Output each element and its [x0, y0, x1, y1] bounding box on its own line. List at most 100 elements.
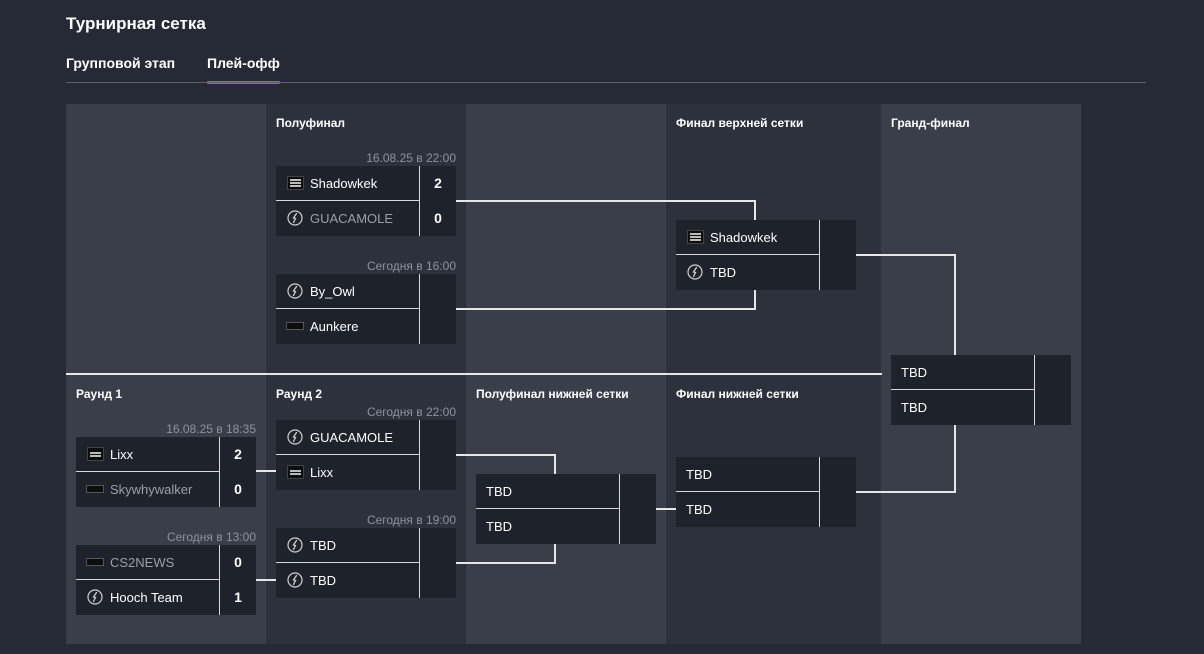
team-name: TBD [901, 399, 927, 415]
team-score: 2 [234, 446, 242, 462]
team-row[interactable]: Hooch Team [76, 580, 218, 614]
team-row[interactable]: GUACAMOLE [276, 201, 418, 235]
round-label-lower-semifinal: Полуфинал нижней сетки [476, 387, 629, 401]
team-row[interactable]: Skywhywalker [76, 472, 218, 506]
team-name: Lixx [310, 464, 334, 480]
shadowkek-logo [686, 228, 704, 246]
match-card-upper-final[interactable]: Shadowkek TBD [676, 220, 856, 290]
placeholder-player-icon [286, 282, 304, 300]
team-score [1035, 355, 1071, 389]
match-time: Сегодня в 13:00 [166, 530, 256, 544]
team-score [420, 563, 456, 597]
bracket-connector [456, 454, 556, 456]
team-name: TBD [310, 537, 336, 553]
match-card-grand-final[interactable]: TBD TBD [891, 355, 1071, 425]
team-name: TBD [486, 483, 512, 499]
match-time: Сегодня в 16:00 [366, 259, 456, 273]
team-name: TBD [686, 501, 712, 517]
bracket-connector [456, 308, 755, 310]
placeholder-player-icon [286, 571, 304, 589]
team-name: By_Owl [310, 283, 355, 299]
lixx-logo [286, 463, 304, 481]
match-card-upper-semifinal-2[interactable]: By_Owl Aunkere [276, 274, 456, 344]
team-row[interactable]: TBD [276, 528, 418, 562]
team-row[interactable]: Lixx [76, 437, 218, 471]
team-score: 0 [234, 554, 242, 570]
bracket-connector [256, 579, 276, 581]
team-score [420, 455, 456, 489]
team-name: TBD [901, 364, 927, 380]
team-name: Skywhywalker [110, 481, 193, 497]
team-row[interactable]: Shadowkek [676, 220, 818, 254]
match-card-lower-semifinal[interactable]: TBD TBD [476, 474, 656, 544]
round-label-upper-semifinal: Полуфинал [276, 116, 346, 130]
team-score [1035, 390, 1071, 424]
match-time: 16.08.25 в 18:35 [166, 422, 256, 436]
match-time: Сегодня в 22:00 [366, 405, 456, 419]
bracket-connector [256, 470, 276, 472]
bracket-connector [656, 508, 676, 510]
bracket-connector [856, 491, 956, 493]
match-card-upper-semifinal-1[interactable]: Shadowkek GUACAMOLE 2 0 [276, 166, 456, 236]
team-row[interactable]: Lixx [276, 455, 418, 489]
match-card-round2-1[interactable]: GUACAMOLE Lixx [276, 420, 456, 490]
bracket-connector [554, 454, 556, 474]
team-row[interactable]: Aunkere [276, 309, 418, 343]
match-card-lower-final[interactable]: TBD TBD [676, 457, 856, 527]
bracket-connector [954, 254, 956, 355]
tab-group-stage[interactable]: Групповой этап [66, 55, 175, 71]
placeholder-player-icon [86, 588, 104, 606]
cs2news-logo [86, 553, 104, 571]
team-score [620, 474, 656, 508]
round-label-grand-final: Гранд-финал [891, 116, 970, 130]
team-score [420, 528, 456, 562]
shadowkek-logo [286, 174, 304, 192]
match-card-round2-2[interactable]: TBD TBD [276, 528, 456, 598]
team-row[interactable]: TBD [891, 355, 1033, 389]
team-score [420, 274, 456, 308]
bracket-connector [456, 562, 556, 564]
match-card-round1-2[interactable]: CS2NEWS Hooch Team 0 1 [76, 545, 256, 615]
team-row[interactable]: TBD [476, 509, 618, 543]
team-score: 0 [434, 210, 442, 226]
placeholder-player-icon [286, 428, 304, 446]
team-name: CS2NEWS [110, 554, 175, 570]
team-name: TBD [486, 518, 512, 534]
team-row[interactable]: TBD [276, 563, 418, 597]
team-name: GUACAMOLE [310, 210, 394, 226]
team-row[interactable]: CS2NEWS [76, 545, 218, 579]
tab-playoff[interactable]: Плей-офф [207, 55, 280, 84]
bracket-connector [554, 544, 556, 564]
team-name: TBD [310, 572, 336, 588]
tab-divider [66, 82, 1146, 83]
team-row[interactable]: TBD [891, 390, 1033, 424]
team-row[interactable]: TBD [676, 492, 818, 526]
match-time: 16.08.25 в 22:00 [366, 151, 456, 165]
team-row[interactable]: TBD [476, 474, 618, 508]
team-name: Shadowkek [310, 175, 378, 191]
aunkere-logo [286, 317, 304, 335]
page-title: Турнирная сетка [66, 14, 206, 33]
team-row[interactable]: TBD [676, 255, 818, 289]
bracket-connector [754, 200, 756, 220]
bracket-connector [954, 425, 956, 493]
round-label-round-2: Раунд 2 [276, 387, 323, 401]
team-name: Lixx [110, 446, 134, 462]
team-row[interactable]: TBD [676, 457, 818, 491]
team-row[interactable]: Shadowkek [276, 166, 418, 200]
round-label-lower-final: Финал нижней сетки [676, 387, 799, 401]
placeholder-player-icon [286, 209, 304, 227]
round-label-round-1: Раунд 1 [76, 387, 123, 401]
team-name: Hooch Team [110, 589, 183, 605]
match-card-round1-1[interactable]: Lixx Skywhywalker 2 0 [76, 437, 256, 507]
team-row[interactable]: GUACAMOLE [276, 420, 418, 454]
team-score [620, 509, 656, 543]
team-score: 0 [234, 481, 242, 497]
team-score [820, 457, 856, 491]
team-score [820, 255, 856, 289]
team-score [420, 309, 456, 343]
team-score: 1 [234, 589, 242, 605]
team-row[interactable]: By_Owl [276, 274, 418, 308]
team-name: TBD [686, 466, 712, 482]
bracket-connector [456, 200, 755, 202]
